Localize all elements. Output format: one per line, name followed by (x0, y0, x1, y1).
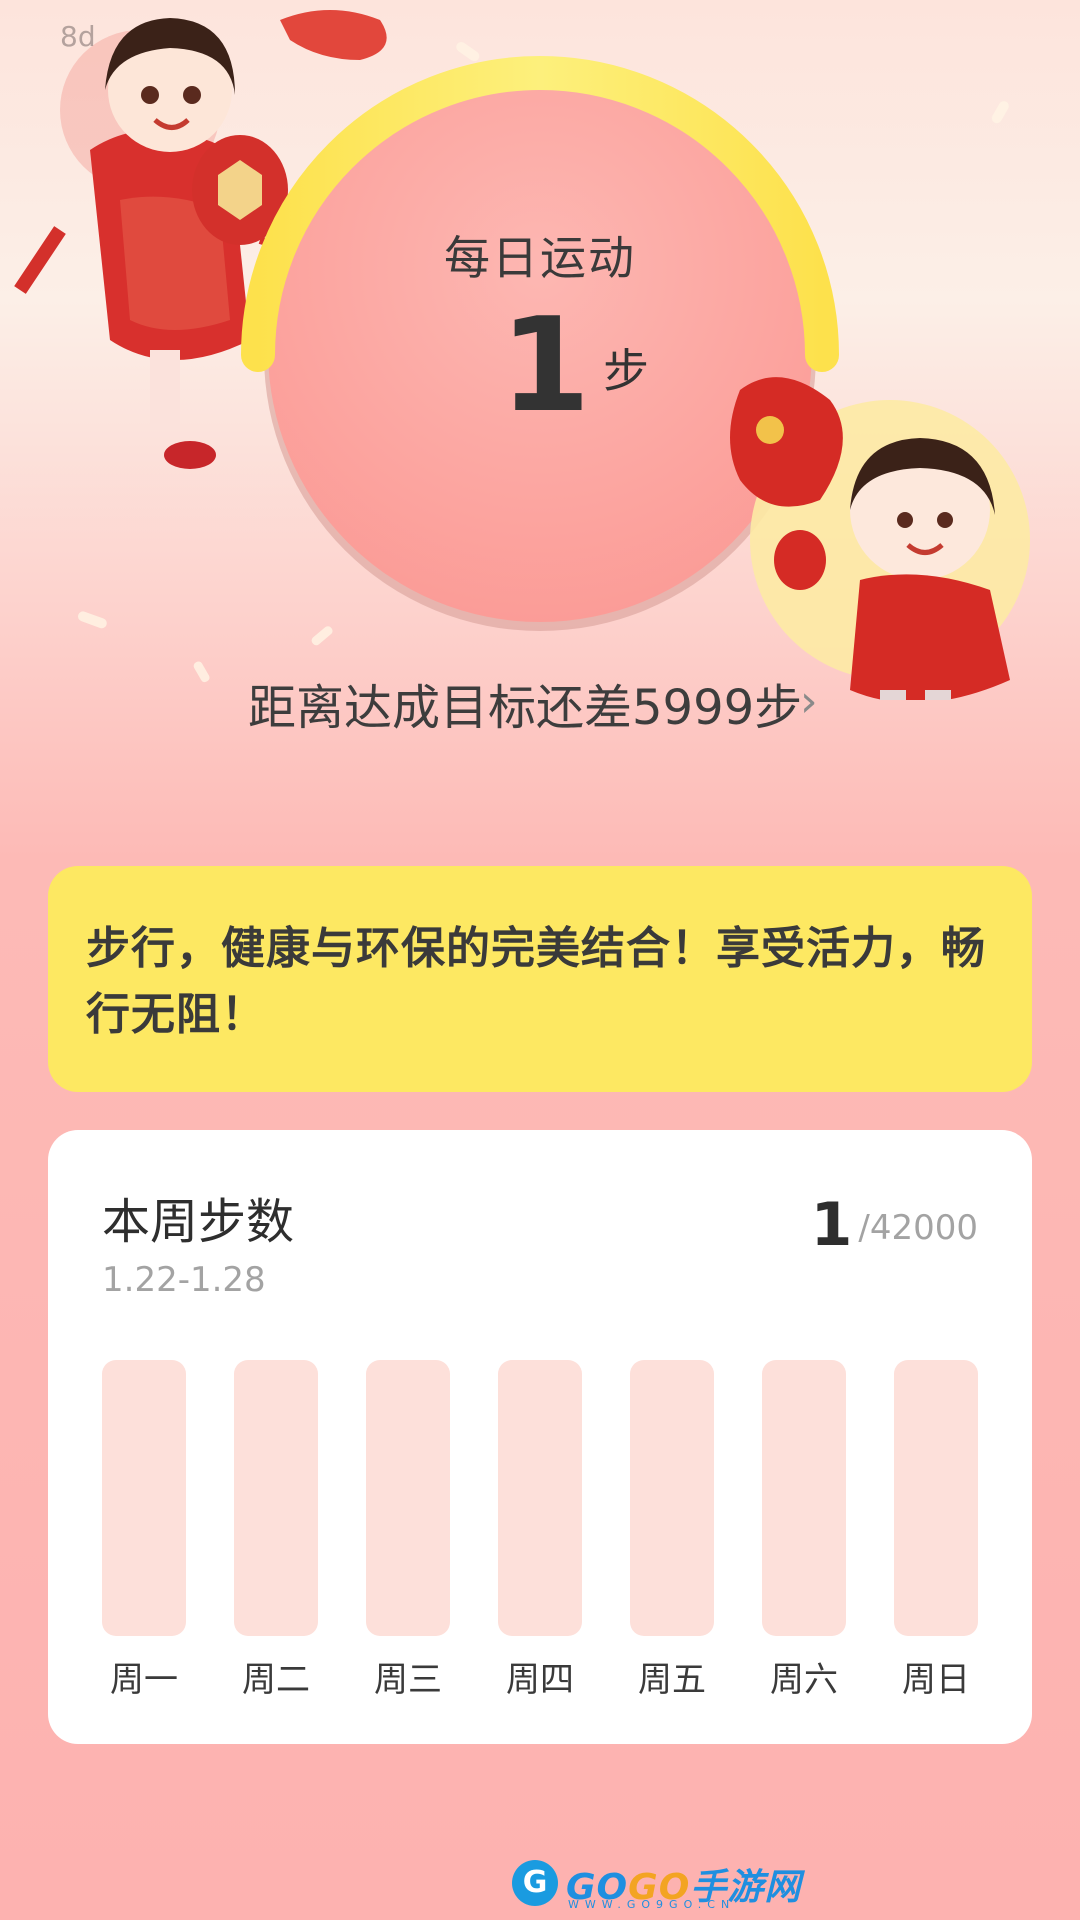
watermark-text: 8d (60, 20, 96, 53)
day-bar-1[interactable] (102, 1360, 186, 1636)
logo-subtext: WWW.GO9GO.CN (568, 1898, 736, 1911)
weekly-goal: /42000 (858, 1208, 978, 1248)
day-bar-7[interactable] (894, 1360, 978, 1636)
day-label: 周日 (902, 1660, 970, 1700)
day-label: 周四 (506, 1660, 574, 1700)
goal-remaining-text: 距离达成目标还差5999步 (248, 680, 803, 736)
day-label: 周一 (110, 1660, 178, 1700)
day-bar-4[interactable] (498, 1360, 582, 1636)
weekly-date-range: 1.22-1.28 (102, 1260, 266, 1300)
weekly-total: 1/42000 (811, 1190, 978, 1260)
chevron-right-icon[interactable]: › (800, 676, 818, 727)
daily-step-unit: 步 (603, 344, 649, 398)
day-bar-2[interactable] (234, 1360, 318, 1636)
daily-step-count: 1 (500, 289, 591, 441)
day-label: 周二 (242, 1660, 310, 1700)
day-label: 周三 (374, 1660, 442, 1700)
daily-exercise-title: 每日运动 (444, 231, 636, 285)
motto-text: 步行，健康与环保的完美结合！享受活力，畅行无阻！ (86, 923, 986, 1040)
motto-card: 步行，健康与环保的完美结合！享受活力，畅行无阻！ (48, 866, 1032, 1092)
weekly-title: 本周步数 (102, 1194, 295, 1250)
weekly-total-steps: 1 (810, 1190, 853, 1260)
day-label: 周六 (770, 1660, 838, 1700)
day-bar-5[interactable] (630, 1360, 714, 1636)
day-bar-3[interactable] (366, 1360, 450, 1636)
weekly-steps-card: 本周步数 1.22-1.28 1/42000 周一 周二 周三 周四 周五 周六 周日 (48, 1130, 1032, 1744)
day-bar-6[interactable] (762, 1360, 846, 1636)
logo-icon: G (512, 1860, 558, 1906)
goal-remaining-link[interactable]: 距离达成目标还差5999步 (248, 668, 802, 738)
right-character-illustration (730, 377, 1030, 700)
day-label: 周五 (638, 1660, 706, 1700)
